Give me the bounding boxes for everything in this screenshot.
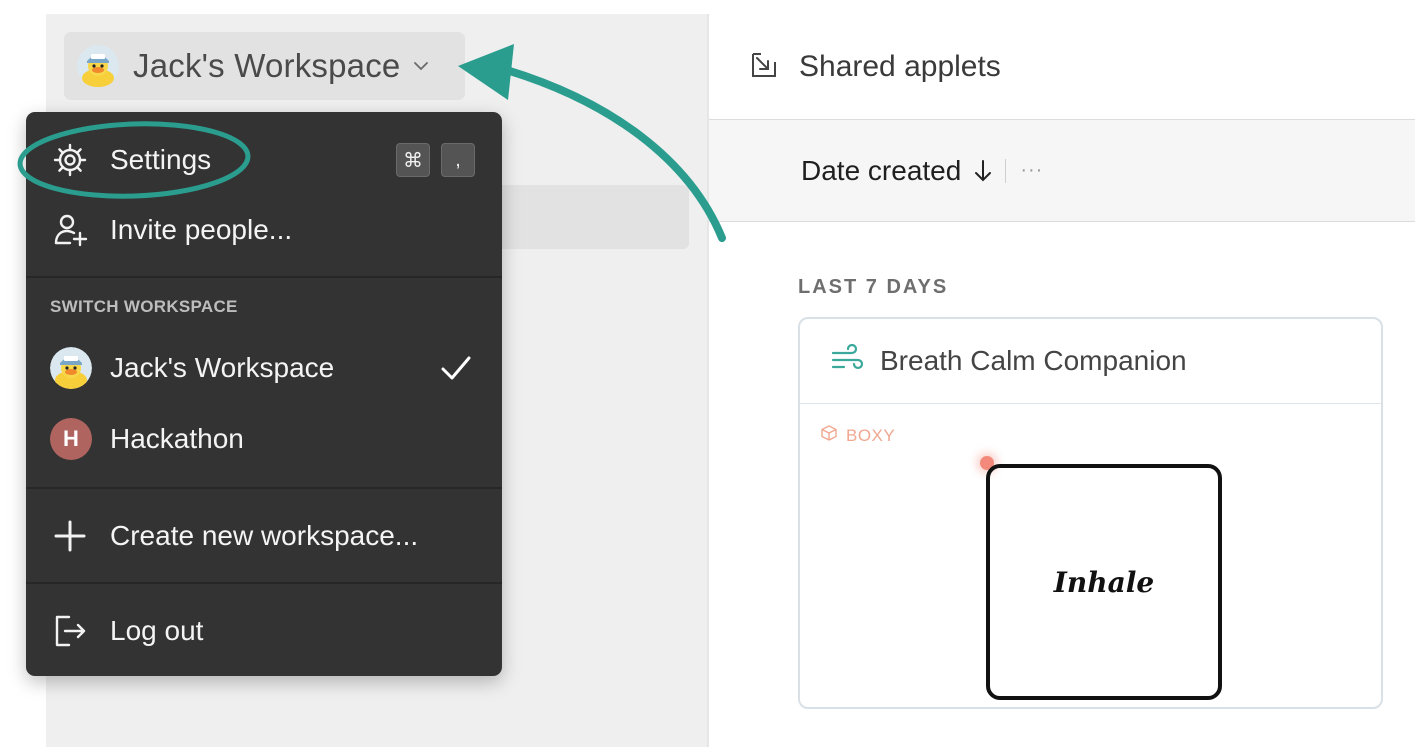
boxy-tag: BOXY [820,424,895,447]
chevron-down-icon [412,57,430,75]
workspace-label: Jack's Workspace [110,352,335,383]
duck-avatar-icon [77,45,119,87]
menu-divider [26,487,502,489]
sort-separator [1005,158,1007,183]
menu-item-workspace-hackathon[interactable]: H Hackathon [26,409,502,469]
menu-item-create-workspace[interactable]: Create new workspace... [26,506,502,566]
card-header: Breath Calm Companion [800,319,1381,404]
card-preview: BOXY Inhale [800,404,1381,707]
main-header: Shared applets [709,14,1415,120]
shortcut-comma-key: , [441,143,475,177]
gear-icon [52,142,88,178]
workspace-name: Jack's Workspace [133,47,401,84]
cube-icon [820,424,846,447]
plus-icon [52,518,88,554]
wind-icon [830,343,864,379]
menu-item-settings[interactable]: Settings ⌘ , [26,130,502,190]
shortcut-cmd-key: ⌘ [396,143,430,177]
menu-item-logout[interactable]: Log out [26,601,502,661]
menu-item-invite[interactable]: Invite people... [26,200,502,260]
menu-divider [26,276,502,278]
menu-divider [26,582,502,584]
section-label: LAST 7 DAYS [798,276,949,298]
more-options-button[interactable]: ··· [1020,159,1043,182]
switch-workspace-heading: SWITCH WORKSPACE [50,297,238,316]
page-title: Shared applets [799,49,1001,83]
arrow-down-icon[interactable] [973,158,993,184]
duck-avatar-icon [50,347,92,389]
menu-item-workspace-jack[interactable]: Jack's Workspace [26,338,502,398]
sort-bar: Date created ··· [709,120,1415,222]
card-title: Breath Calm Companion [880,345,1187,376]
settings-label: Settings [110,144,212,175]
applet-card[interactable]: Breath Calm Companion BOXY Inhale [798,317,1383,709]
checkmark-icon [438,350,474,386]
workspace-switcher[interactable]: Jack's Workspace [64,32,465,100]
logout-label: Log out [110,615,204,646]
sort-button[interactable]: Date created [801,155,961,187]
logout-icon [52,613,88,649]
create-workspace-label: Create new workspace... [110,520,419,551]
workspace-label: Hackathon [110,423,244,454]
breath-box: Inhale [986,464,1222,700]
invite-label: Invite people... [110,214,293,245]
breath-word: Inhale [1053,565,1155,599]
shared-applets-icon [747,48,779,85]
hackathon-avatar: H [50,418,92,460]
boxy-label: BOXY [846,425,896,445]
workspace-menu: Settings ⌘ , Invite people... SWITCH WOR… [26,112,502,676]
add-user-icon [52,212,88,248]
